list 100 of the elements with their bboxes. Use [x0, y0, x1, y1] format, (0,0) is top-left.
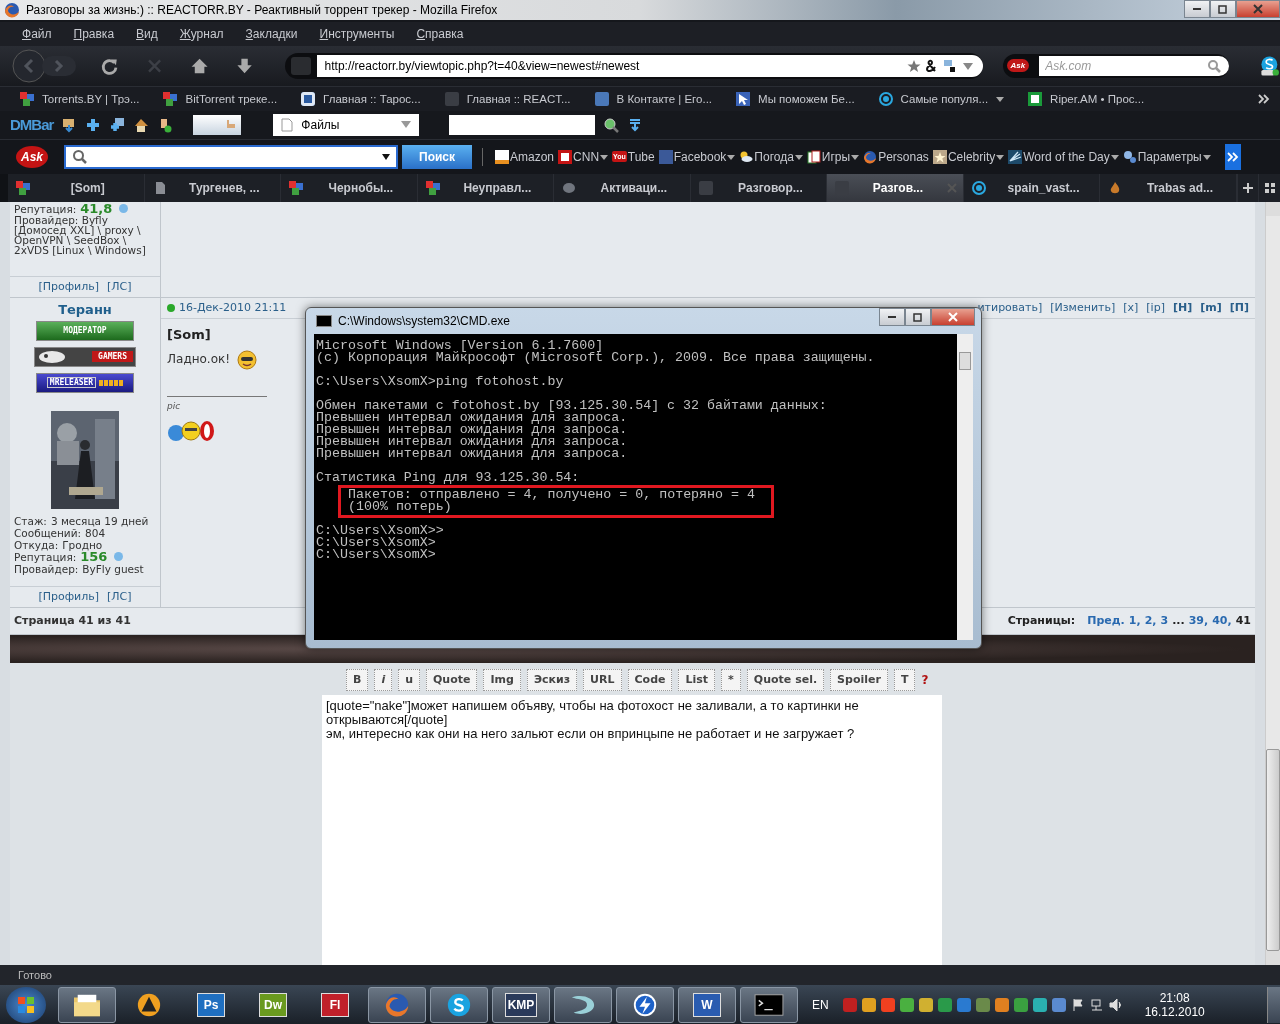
hand-image-button[interactable]: [193, 114, 242, 135]
bookmark-item[interactable]: Главная :: Тарос...: [301, 91, 421, 106]
profile-link[interactable]: [ЛС]: [107, 590, 132, 604]
scrollbar-thumb[interactable]: [959, 351, 971, 370]
tray-icon[interactable]: [994, 997, 1009, 1012]
browser-tab[interactable]: Trabas ad...: [1100, 173, 1237, 202]
taskbar-button[interactable]: Ps: [182, 986, 240, 1023]
search-engine-button[interactable]: Ask: [1006, 59, 1030, 73]
browser-tab[interactable]: [Som]: [8, 173, 145, 202]
bookmark-item[interactable]: Torrents.BY | Трэ...: [20, 91, 140, 106]
browser-tab[interactable]: Разгов...: [827, 173, 964, 202]
scroll-down-button[interactable]: [1266, 951, 1280, 966]
post-action-link[interactable]: [x]: [1123, 301, 1139, 315]
toolbar-item[interactable]: Параметры: [1122, 149, 1211, 164]
format-button[interactable]: *: [721, 668, 741, 691]
toolbar-item[interactable]: Игры: [806, 149, 860, 164]
files-dropdown[interactable]: Файлы: [273, 113, 420, 136]
scrollbar[interactable]: [957, 333, 973, 640]
home-icon[interactable]: [133, 116, 150, 133]
post-action-link[interactable]: [П]: [1229, 301, 1249, 315]
browser-tab[interactable]: Активаци...: [554, 173, 691, 202]
tab-grid-button[interactable]: [1258, 173, 1280, 202]
tray-icon[interactable]: [975, 997, 990, 1012]
search-field[interactable]: [64, 144, 398, 169]
start-button[interactable]: [6, 986, 46, 1023]
clock[interactable]: 21:08 16.12.2010: [1144, 990, 1205, 1019]
page-link[interactable]: 2,: [1144, 614, 1157, 628]
text-field[interactable]: [449, 114, 596, 135]
taskbar-button[interactable]: [616, 986, 674, 1023]
format-button[interactable]: Quote sel.: [746, 668, 825, 691]
tray-icon[interactable]: [1051, 997, 1066, 1012]
close-button[interactable]: [1236, 0, 1280, 18]
format-button[interactable]: URL: [583, 668, 622, 691]
menu-item[interactable]: Вид: [136, 26, 158, 41]
profile-link[interactable]: [Профиль]: [38, 280, 100, 294]
bookmark-item[interactable]: Главная :: REACT...: [444, 91, 571, 106]
format-button[interactable]: Spoiler: [830, 668, 888, 691]
taskbar-button[interactable]: KMP: [492, 986, 550, 1023]
toolbar-item[interactable]: Word of the Day: [1008, 149, 1119, 164]
toolbar-item[interactable]: Celebrity: [932, 149, 1005, 164]
menu-item[interactable]: Файл: [22, 26, 52, 41]
reply-textarea[interactable]: [quote="nake"]может напишем объяву, чтобы на фотохост не заливали, а то картинки не открываются[/quote] эм, интересно как они на него зальют если он впринцыпе не работает и не загружает ?: [322, 694, 942, 966]
profile-link[interactable]: [Профиль]: [38, 590, 100, 604]
tray-icon[interactable]: [918, 997, 933, 1012]
bookmark-item[interactable]: Самые популя...: [878, 91, 1005, 106]
page-link[interactable]: Пред.: [1087, 614, 1125, 628]
browser-tab[interactable]: Тургенев, ...: [144, 173, 282, 202]
toolbar-item[interactable]: Personas: [863, 149, 929, 164]
browser-tab[interactable]: Разговор...: [690, 173, 828, 202]
taskbar-button[interactable]: Fl: [306, 986, 364, 1023]
format-button[interactable]: T: [893, 668, 916, 691]
menu-item[interactable]: Закладки: [245, 26, 298, 41]
taskbar-button[interactable]: [554, 986, 612, 1023]
bookmark-item[interactable]: Riper.AM • Прос...: [1028, 91, 1145, 106]
post-action-link[interactable]: итировать]: [977, 301, 1043, 315]
bookmark-item[interactable]: Мы поможем Бе...: [736, 91, 855, 106]
search-icon[interactable]: [1207, 58, 1222, 73]
toolbar-item[interactable]: Amazon: [495, 149, 555, 164]
taskbar-button[interactable]: [740, 986, 798, 1023]
browser-tab[interactable]: Чернобы...: [281, 173, 418, 202]
tray-icon[interactable]: [1013, 997, 1028, 1012]
caret-icon[interactable]: [382, 153, 390, 160]
close-button[interactable]: [931, 307, 975, 326]
overflow-button[interactable]: [1224, 143, 1241, 170]
format-button[interactable]: Code: [627, 668, 673, 691]
format-button[interactable]: u: [398, 668, 420, 691]
minimize-button[interactable]: [879, 307, 905, 326]
show-desktop-button[interactable]: [1267, 986, 1280, 1023]
post-action-link[interactable]: [Изменить]: [1050, 301, 1116, 315]
chevron-icon[interactable]: [1258, 93, 1270, 104]
scrollbar-thumb[interactable]: [1266, 749, 1280, 952]
menu-item[interactable]: Правка: [73, 26, 115, 41]
tray-icon[interactable]: [861, 997, 876, 1012]
format-button[interactable]: Эскиз: [526, 668, 578, 691]
tray-icon[interactable]: [1032, 997, 1047, 1012]
bookmark-item[interactable]: В Контакте | Его...: [594, 91, 713, 106]
format-button[interactable]: B: [346, 668, 369, 691]
format-button[interactable]: Img: [483, 668, 521, 691]
page-link[interactable]: 40,: [1212, 614, 1232, 628]
page-link[interactable]: 1,: [1128, 614, 1141, 628]
speaker-icon[interactable]: [1108, 997, 1123, 1012]
address-field[interactable]: http://reactorr.by/viewtopic.php?t=40&view=newest#newest: [316, 54, 983, 77]
post-action-link[interactable]: [m]: [1200, 301, 1222, 315]
tray-icon[interactable]: [899, 997, 914, 1012]
search-field[interactable]: Ask.com: [1039, 55, 1230, 76]
bookmark-item[interactable]: BitTorrent треке...: [163, 91, 278, 106]
toolbar-item[interactable]: CNN: [558, 149, 609, 164]
profile-link[interactable]: [ЛС]: [107, 280, 132, 294]
browser-tab[interactable]: spain_vast...: [963, 173, 1101, 202]
taskbar-button[interactable]: [58, 986, 116, 1023]
flag-icon[interactable]: [1070, 997, 1085, 1012]
menu-item[interactable]: Инструменты: [319, 26, 395, 41]
help-link[interactable]: ?: [921, 672, 929, 687]
tray-icon[interactable]: [880, 997, 895, 1012]
translate-icon[interactable]: [942, 58, 957, 73]
tray-icon[interactable]: [937, 997, 952, 1012]
format-button[interactable]: i: [374, 668, 393, 691]
tray-icon[interactable]: [956, 997, 971, 1012]
network-icon[interactable]: [1089, 997, 1104, 1012]
menu-item[interactable]: Журнал: [179, 26, 224, 41]
